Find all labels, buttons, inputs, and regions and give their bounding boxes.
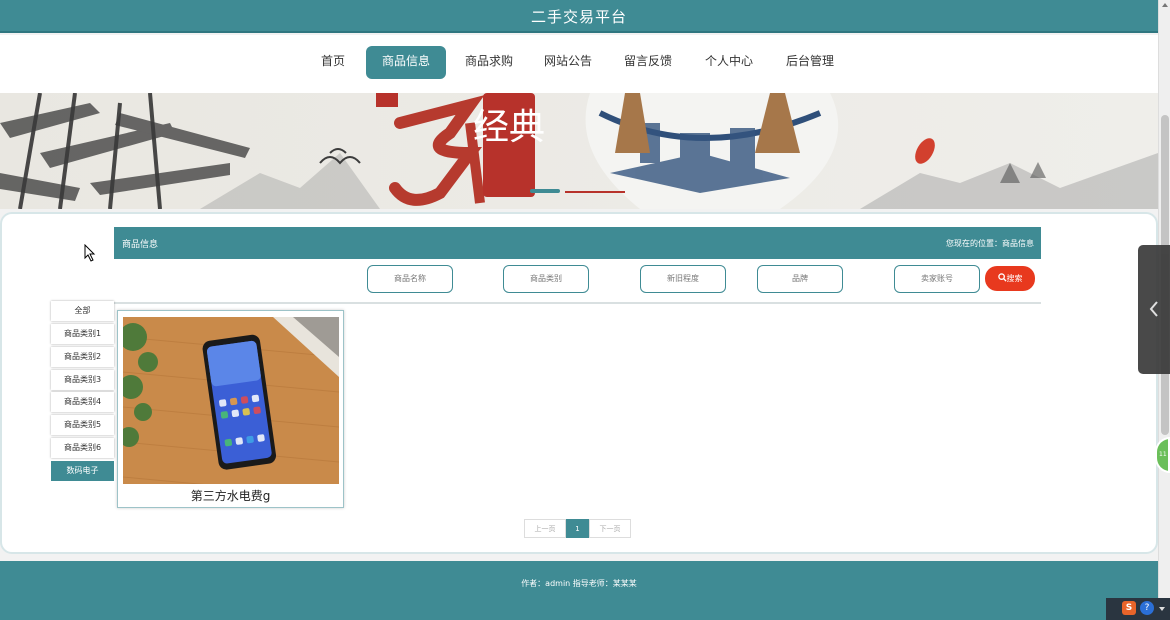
help-icon[interactable]: ? bbox=[1140, 601, 1154, 615]
category-all[interactable]: 全部 bbox=[51, 301, 114, 321]
divider bbox=[114, 302, 1041, 304]
top-header: 二手交易平台 bbox=[0, 0, 1158, 33]
next-page-button[interactable]: 下一页 bbox=[589, 519, 631, 538]
brand-input[interactable]: 品牌 bbox=[757, 265, 843, 293]
product-image[interactable] bbox=[123, 317, 339, 484]
nav-item-announcements[interactable]: 网站公告 bbox=[532, 46, 604, 79]
nav-item-product-info[interactable]: 商品信息 bbox=[366, 46, 446, 79]
nav-item-home[interactable]: 首页 bbox=[305, 46, 361, 79]
side-panel-toggle[interactable] bbox=[1138, 245, 1170, 374]
prev-page-button[interactable]: 上一页 bbox=[524, 519, 566, 538]
product-category-input[interactable]: 商品类别 bbox=[503, 265, 589, 293]
search-button-label: 搜索 bbox=[1006, 274, 1023, 283]
product-name[interactable]: 第三方水电费g bbox=[118, 487, 343, 504]
breadcrumb: 商品信息 您现在的位置：商品信息 bbox=[114, 227, 1041, 259]
page-1-button[interactable]: 1 bbox=[566, 519, 589, 538]
banner-image: 经典 bbox=[0, 93, 1158, 209]
system-tray: S ? bbox=[1106, 598, 1170, 620]
page-title: 商品信息 bbox=[122, 240, 159, 250]
category-item-1[interactable]: 商品类别1 bbox=[51, 324, 114, 344]
nav-item-admin[interactable]: 后台管理 bbox=[773, 46, 847, 79]
mouse-cursor-icon bbox=[84, 244, 96, 262]
tray-expand-icon[interactable] bbox=[1159, 607, 1165, 611]
category-item-5[interactable]: 商品类别5 bbox=[51, 415, 114, 435]
seller-account-input[interactable]: 卖家账号 bbox=[894, 265, 980, 293]
category-item-2[interactable]: 商品类别2 bbox=[51, 347, 114, 367]
location-text: 您现在的位置：商品信息 bbox=[946, 239, 1034, 248]
carousel-indicator-active bbox=[530, 189, 560, 193]
category-item-6[interactable]: 商品类别6 bbox=[51, 438, 114, 458]
footer: 作者：admin 指导老师：某某某 bbox=[0, 561, 1158, 620]
footer-text: 作者：admin 指导老师：某某某 bbox=[521, 579, 637, 588]
banner-carousel[interactable]: 经典 bbox=[0, 93, 1158, 209]
chevron-left-icon bbox=[1149, 301, 1158, 317]
search-icon bbox=[997, 273, 1007, 282]
phone-photo bbox=[123, 317, 339, 484]
banner-calligraphy: 经典 bbox=[473, 107, 545, 148]
nav-item-feedback[interactable]: 留言反馈 bbox=[611, 46, 685, 79]
nav-item-user-center[interactable]: 个人中心 bbox=[692, 46, 766, 79]
product-name-input[interactable]: 商品名称 bbox=[367, 265, 453, 293]
sogou-icon[interactable]: S bbox=[1122, 601, 1136, 615]
condition-input[interactable]: 新旧程度 bbox=[640, 265, 726, 293]
category-digital-electronics[interactable]: 数码电子 bbox=[51, 461, 114, 481]
search-button[interactable]: 搜索 bbox=[985, 266, 1035, 291]
nav-item-wanted[interactable]: 商品求购 bbox=[452, 46, 526, 79]
main-nav: 首页 商品信息 商品求购 网站公告 留言反馈 个人中心 后台管理 bbox=[0, 35, 1158, 93]
product-card[interactable]: 第三方水电费g bbox=[117, 310, 344, 508]
category-item-3[interactable]: 商品类别3 bbox=[51, 370, 114, 390]
site-title: 二手交易平台 bbox=[530, 8, 627, 26]
scroll-up-icon[interactable] bbox=[1162, 3, 1168, 7]
category-item-4[interactable]: 商品类别4 bbox=[51, 392, 114, 412]
